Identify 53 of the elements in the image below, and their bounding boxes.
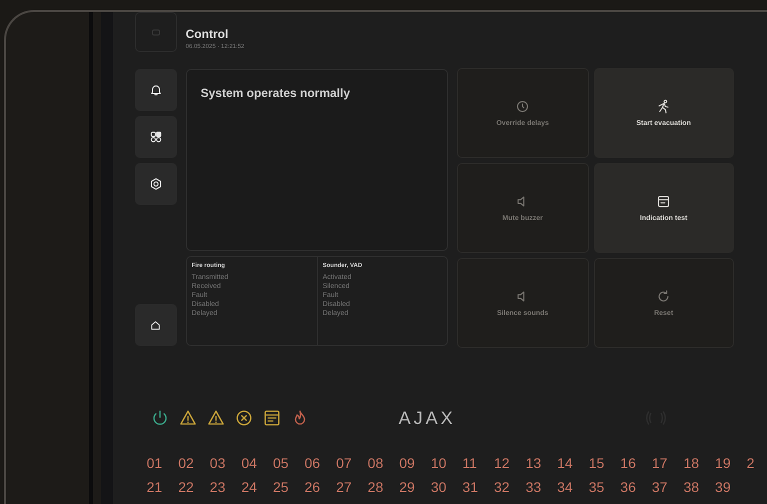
settings-button[interactable] [134, 163, 177, 205]
brand-logo: AJAX [398, 408, 456, 428]
zone-number: 11 [462, 455, 478, 471]
reset-icon [656, 289, 672, 304]
zone-number: 13 [526, 455, 542, 471]
zone-number: 22 [178, 479, 195, 495]
zone-number: 09 [399, 455, 416, 471]
zone-number: 38 [683, 479, 700, 495]
zone-number: 08 [368, 455, 384, 471]
zone-number: 28 [368, 479, 384, 495]
zone-number: 29 [399, 479, 416, 495]
zone-number: 06 [304, 455, 322, 471]
zone-number: 32 [494, 479, 511, 495]
page-title: Control [186, 26, 230, 40]
zone-number: 33 [526, 479, 542, 495]
bell-icon [148, 83, 163, 97]
zone-number: 31 [462, 479, 479, 495]
zone-number: 12 [494, 455, 511, 471]
zone-number: 07 [336, 455, 353, 471]
zone-number: 02 [178, 455, 195, 471]
devices-button[interactable] [134, 116, 177, 158]
home-icon [149, 318, 162, 332]
zone-number: 03 [210, 455, 226, 471]
settings-icon [148, 177, 163, 191]
zone-number: 39 [715, 479, 732, 495]
clock-icon [515, 99, 530, 114]
zone-number: 36 [620, 479, 637, 495]
zone-number: 37 [652, 479, 668, 495]
zone-number: 19 [715, 455, 732, 471]
zone-number: 17 [652, 455, 668, 471]
zone-number: 23 [210, 479, 226, 495]
zone-number: 10 [430, 455, 448, 471]
calendar-icon [656, 194, 672, 209]
zone-number: 15 [588, 455, 606, 471]
zone-number: 26 [304, 479, 322, 495]
zone-number: 30 [430, 479, 448, 495]
zone-number: 24 [241, 479, 258, 495]
alarms-button[interactable] [134, 69, 177, 111]
status-message: System operates normally [200, 86, 350, 100]
zone-number: 25 [272, 479, 290, 495]
zone-number: 21 [146, 479, 164, 495]
zone-number: 27 [336, 479, 353, 495]
zone-number: 04 [241, 455, 258, 471]
zone-number: 05 [272, 455, 290, 471]
zone-number: 35 [588, 479, 606, 495]
zone-number: 14 [557, 455, 574, 471]
apps-icon [148, 130, 163, 144]
zone-number: 16 [620, 455, 637, 471]
zone-number: 18 [683, 455, 700, 471]
zone-number: 34 [557, 479, 574, 495]
zone-number: 01 [146, 455, 164, 471]
zone-number: 2 [746, 455, 756, 471]
runner-icon [656, 99, 672, 114]
